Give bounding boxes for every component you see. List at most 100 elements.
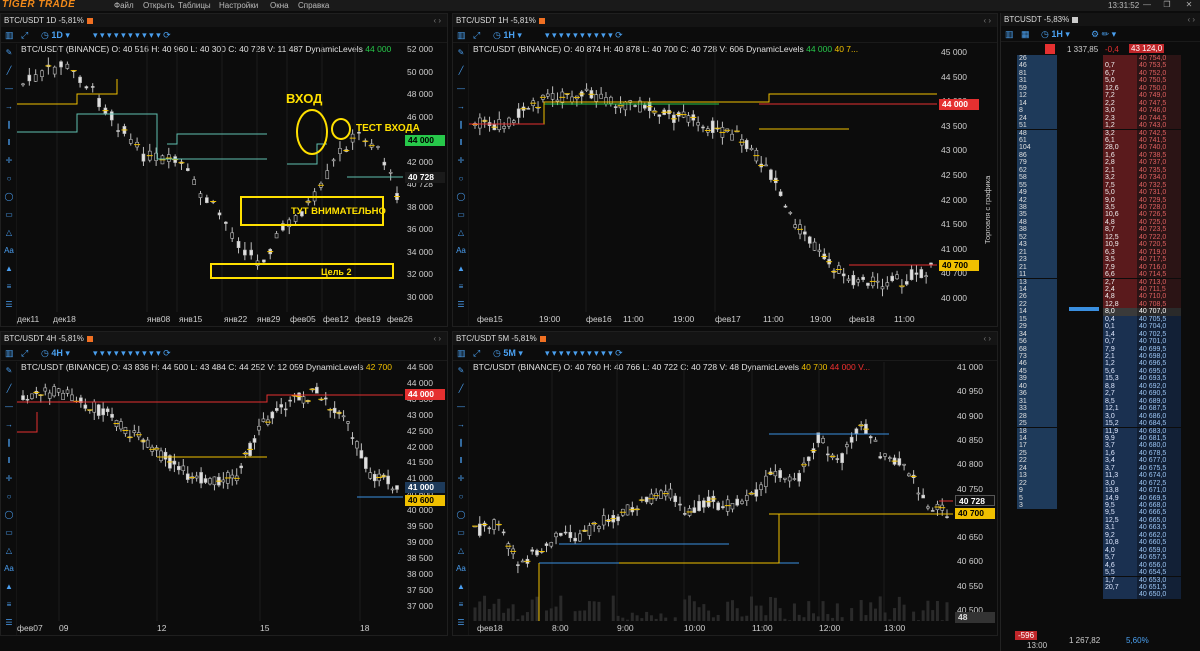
bid-volume-cell[interactable]: 46 (1017, 360, 1057, 368)
ask-size-cell[interactable]: 2,7 (1103, 278, 1137, 286)
chart-panel-1h[interactable]: BTC/USDT 1H -5,81% ‹ › ▥ ⤢ ◷ 1H ▾ ▾ ▾ ▾ ▾… (452, 13, 998, 327)
pencil-icon[interactable]: ✎ (4, 48, 14, 57)
text-icon[interactable]: Aa (456, 564, 466, 573)
bid-size-cell[interactable]: 20,7 (1103, 583, 1137, 592)
bid-price-cell[interactable]: 40 686,0 (1137, 412, 1181, 421)
fib-icon[interactable]: ≡ (456, 600, 466, 609)
time-axis[interactable]: фев15 19:00 фев16 11:00 19:00 фев17 11:00 19:00… (469, 312, 937, 326)
ask-size-cell[interactable]: 12,6 (1103, 84, 1137, 93)
ask-volume-cell[interactable]: 52 (1017, 233, 1057, 242)
bars-icon[interactable]: ▥ (457, 30, 466, 41)
minimize-button[interactable]: — (1140, 0, 1154, 10)
bid-volume-cell[interactable]: 40 (1017, 382, 1057, 391)
bid-volume-cell[interactable] (1017, 546, 1057, 555)
drawing-tools-icon[interactable]: ▾ ▾ ▾ ▾ ▾ ▾ ▾ ▾ ▾ ▾ ⟳ (93, 30, 171, 41)
ask-price-cell[interactable]: 40 711,5 (1137, 285, 1181, 294)
profile-cell[interactable] (1059, 382, 1101, 391)
ask-price-cell[interactable]: 40 742,5 (1137, 129, 1181, 137)
arrow-up-icon[interactable]: ▲ (4, 264, 14, 273)
ask-size-cell[interactable]: 9,0 (1103, 196, 1137, 204)
ask-size-cell[interactable]: 0,7 (1103, 62, 1137, 70)
ellipse-icon[interactable]: ◯ (456, 192, 466, 201)
bid-price-cell[interactable]: 40 668,0 (1137, 502, 1181, 510)
ask-price-cell[interactable]: 40 746,0 (1137, 107, 1181, 115)
bid-size-cell[interactable]: 1,2 (1103, 360, 1137, 368)
orderbook-panel[interactable]: BTCUSDT -5,83% ‹ › ▥ ▦ ◷ 1H ▾ ⚙ ✏ ▾ 1 337… (1000, 13, 1200, 651)
vline-icon[interactable]: ‖ (4, 138, 14, 147)
bid-price-cell[interactable]: 40 702,5 (1137, 330, 1181, 339)
bid-volume-cell[interactable] (1017, 554, 1057, 562)
fib-icon[interactable]: ≡ (4, 600, 14, 609)
bid-price-cell[interactable]: 40 674,0 (1137, 472, 1181, 480)
ask-volume-cell[interactable]: 24 (1017, 114, 1057, 123)
channel-icon[interactable]: ∥ (4, 120, 14, 129)
profile-cell[interactable] (1059, 561, 1101, 570)
bid-size-cell[interactable] (1103, 591, 1137, 599)
profile-cell[interactable] (1059, 144, 1101, 152)
bid-price-cell[interactable]: 40 650,0 (1137, 591, 1181, 599)
bid-price-cell[interactable]: 40 657,5 (1137, 554, 1181, 562)
bid-price-cell[interactable]: 40 677,0 (1137, 457, 1181, 465)
bid-volume-cell[interactable]: 28 (1017, 412, 1057, 421)
profile-cell[interactable] (1059, 256, 1101, 264)
bid-size-cell[interactable]: 11,9 (1103, 427, 1137, 435)
time-axis[interactable]: фев18 8:00 9:00 10:00 11:00 12:00 13:00 (469, 621, 953, 635)
price-chart[interactable] (17, 362, 403, 621)
profile-cell[interactable] (1059, 524, 1101, 532)
menu-settings[interactable]: Настройки (219, 1, 258, 10)
ask-volume-cell[interactable]: 21 (1017, 263, 1057, 272)
bid-volume-cell[interactable] (1017, 583, 1057, 592)
text-icon[interactable]: Aa (4, 246, 14, 255)
profile-cell[interactable] (1059, 189, 1101, 197)
bid-volume-cell[interactable]: 68 (1017, 345, 1057, 353)
profile-cell[interactable] (1059, 248, 1101, 257)
profile-cell[interactable] (1059, 92, 1101, 100)
ask-volume-cell[interactable]: 22 (1017, 300, 1057, 309)
ellipse-icon[interactable]: ◯ (456, 510, 466, 519)
bid-price-cell[interactable]: 40 692,0 (1137, 382, 1181, 391)
profile-cell[interactable] (1059, 516, 1101, 525)
nav-arrows-icon[interactable]: ‹ › (433, 332, 441, 345)
line-icon[interactable]: ╱ (456, 384, 466, 393)
ask-price-cell[interactable]: 40 725,0 (1137, 218, 1181, 227)
profile-cell[interactable] (1059, 107, 1101, 115)
ask-volume-cell[interactable]: 79 (1017, 159, 1057, 167)
ask-volume-cell[interactable]: 48 (1017, 218, 1057, 227)
bid-price-cell[interactable]: 40 698,0 (1137, 353, 1181, 361)
bid-size-cell[interactable]: 3,1 (1103, 524, 1137, 532)
bid-volume-cell[interactable]: 25 (1017, 449, 1057, 458)
timeframe-selector[interactable]: ◷ 1D ▾ (41, 30, 70, 41)
bid-price-cell[interactable]: 40 693,5 (1137, 375, 1181, 383)
bid-volume-cell[interactable]: 39 (1017, 375, 1057, 383)
ask-volume-cell[interactable]: 59 (1017, 84, 1057, 93)
ask-size-cell[interactable]: 2,3 (1103, 114, 1137, 123)
bid-price-cell[interactable]: 40 653,0 (1137, 576, 1181, 584)
profile-cell[interactable] (1059, 405, 1101, 413)
hline-icon[interactable]: ― (4, 84, 14, 93)
drawing-tools-icon[interactable]: ▾ ▾ ▾ ▾ ▾ ▾ ▾ ▾ ▾ ▾ ⟳ (545, 348, 623, 359)
bid-price-cell[interactable]: 40 680,0 (1137, 442, 1181, 450)
ask-size-cell[interactable]: 5,0 (1103, 189, 1137, 197)
ask-size-cell[interactable]: 3,5 (1103, 204, 1137, 212)
bid-size-cell[interactable]: 1,7 (1103, 576, 1137, 584)
bid-size-cell[interactable]: 1,6 (1103, 449, 1137, 458)
ask-size-cell[interactable]: 6,1 (1103, 136, 1137, 145)
bid-price-cell[interactable]: 40 656,0 (1137, 561, 1181, 570)
ray-icon[interactable]: → (4, 102, 14, 111)
profile-cell[interactable] (1059, 345, 1101, 353)
bid-size-cell[interactable]: 9,2 (1103, 531, 1137, 540)
ask-volume-cell[interactable]: 104 (1017, 144, 1057, 152)
bid-price-cell[interactable]: 40 654,5 (1137, 569, 1181, 577)
bid-size-cell[interactable]: 15,3 (1103, 375, 1137, 383)
price-axis[interactable]: 45 000 44 500 44 000 43 500 43 000 42 500 42 0… (937, 44, 981, 312)
profile-cell[interactable] (1059, 479, 1101, 488)
spread-size-cell[interactable]: 8,0 (1103, 308, 1137, 316)
bid-volume-cell[interactable]: 34 (1017, 330, 1057, 339)
profile-cell[interactable] (1059, 263, 1101, 272)
profile-cell[interactable] (1059, 591, 1101, 599)
bid-price-cell[interactable]: 40 689,0 (1137, 397, 1181, 406)
spread-price-cell[interactable]: 40 707,0 (1137, 308, 1181, 316)
menu-open[interactable]: Открыть (143, 1, 174, 10)
profile-cell[interactable] (1059, 330, 1101, 339)
profile-cell[interactable] (1059, 151, 1101, 160)
